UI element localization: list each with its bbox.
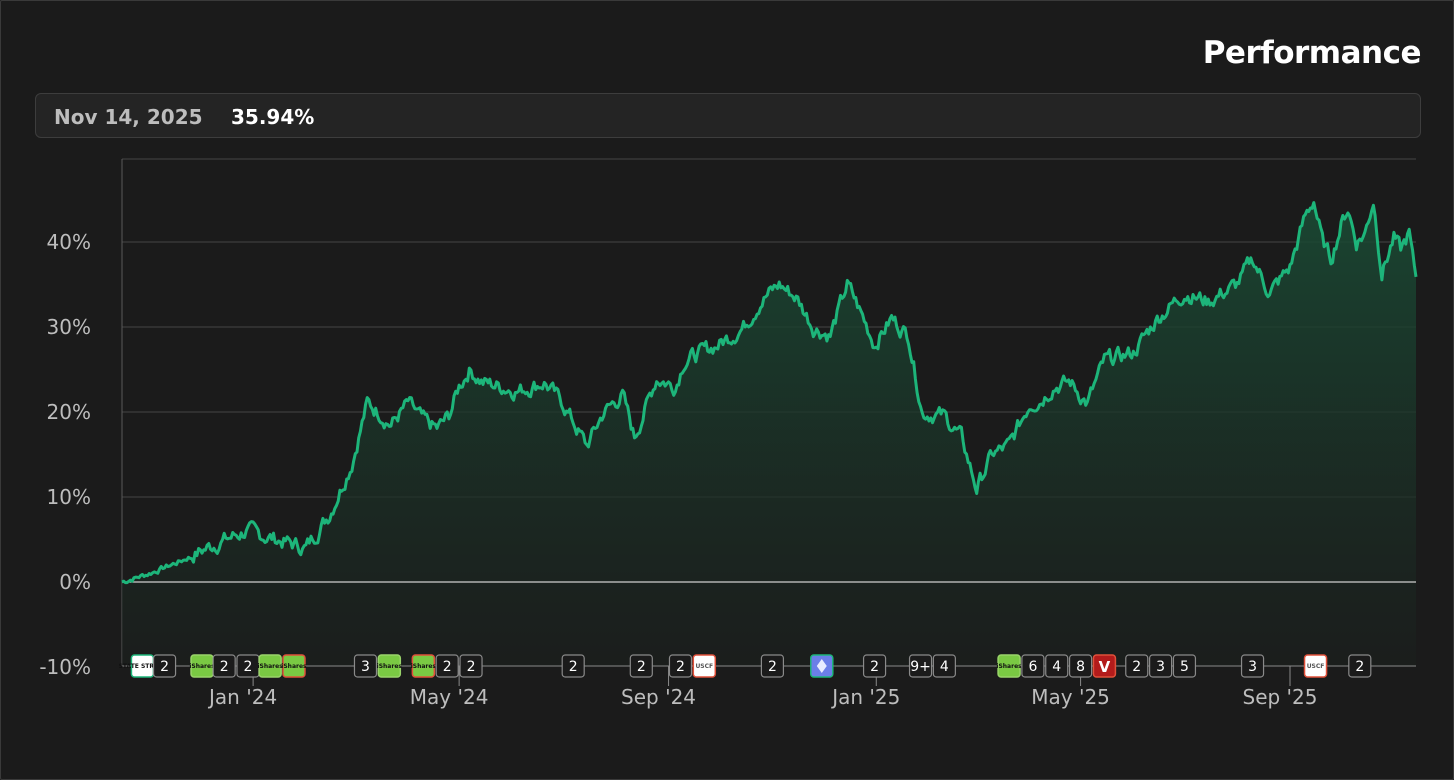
ishares-logo[interactable]: iShares bbox=[281, 654, 307, 678]
event-count-badge[interactable]: 2 bbox=[1125, 654, 1149, 678]
ishares-logo-text: iShares bbox=[189, 663, 215, 670]
x-tick-label: Jan '24 bbox=[207, 685, 277, 709]
y-tick-label: 40% bbox=[47, 230, 91, 254]
badge-count: 2 bbox=[244, 659, 253, 675]
ishares-logo[interactable]: iShares bbox=[189, 654, 215, 678]
event-count-badge[interactable]: 9+ bbox=[908, 654, 933, 678]
ishares-logo-text: iShares bbox=[411, 663, 437, 670]
event-count-badge[interactable]: 2 bbox=[561, 654, 585, 678]
x-tick-label: Sep '25 bbox=[1243, 685, 1318, 709]
event-count-badge[interactable]: 4 bbox=[1045, 654, 1069, 678]
event-count-badge[interactable]: 2 bbox=[1348, 654, 1372, 678]
badge-count: 2 bbox=[467, 659, 476, 675]
uscf-logo[interactable]: USCF bbox=[1303, 654, 1328, 678]
ishares-logo[interactable]: iShares bbox=[411, 654, 437, 678]
badge-count: 4 bbox=[1052, 659, 1061, 675]
y-tick-label: 20% bbox=[47, 400, 91, 424]
ishares-logo[interactable]: iShares bbox=[996, 654, 1022, 678]
x-tick-label: May '24 bbox=[410, 685, 489, 709]
vanguard-logo[interactable]: V bbox=[1092, 654, 1117, 678]
vanguard-icon: V bbox=[1099, 658, 1111, 676]
event-count-badge[interactable]: 8 bbox=[1068, 654, 1093, 678]
badge-count: 2 bbox=[443, 659, 452, 675]
ishares-logo[interactable]: iShares bbox=[257, 654, 283, 678]
badge-count: 9+ bbox=[910, 659, 931, 675]
y-tick-label: 10% bbox=[47, 485, 91, 509]
y-tick-label: 30% bbox=[47, 315, 91, 339]
x-tick-label: Sep '24 bbox=[621, 685, 696, 709]
badge-count: 2 bbox=[569, 659, 578, 675]
badge-count: 2 bbox=[768, 659, 777, 675]
y-tick-label: 0% bbox=[59, 570, 91, 594]
badge-count: 2 bbox=[1355, 659, 1364, 675]
x-tick-label: Jan '25 bbox=[830, 685, 900, 709]
event-count-badge[interactable]: 2 bbox=[668, 654, 693, 678]
badge-count: 6 bbox=[1028, 659, 1037, 675]
uscf-logo-text: USCF bbox=[695, 663, 713, 670]
badge-count: 2 bbox=[676, 659, 685, 675]
event-count-badge[interactable]: 2 bbox=[152, 654, 177, 678]
badge-count: 2 bbox=[1132, 659, 1141, 675]
badge-count: 3 bbox=[1248, 659, 1257, 675]
event-count-badge[interactable]: 3 bbox=[353, 654, 378, 678]
badge-count: 4 bbox=[940, 659, 949, 675]
event-count-badge[interactable]: 3 bbox=[1149, 654, 1173, 678]
event-count-badge[interactable]: 3 bbox=[1240, 654, 1265, 678]
ethereum-logo[interactable] bbox=[810, 654, 834, 678]
event-count-badge[interactable]: 2 bbox=[236, 654, 260, 678]
event-count-badge[interactable]: 2 bbox=[629, 654, 653, 678]
uscf-logo[interactable]: USCF bbox=[692, 654, 717, 678]
badge-count: 2 bbox=[870, 659, 879, 675]
event-count-badge[interactable]: 2 bbox=[862, 654, 887, 678]
event-count-badge[interactable]: 2 bbox=[435, 654, 459, 678]
performance-chart[interactable]: -10% 0% 10% 20% 30% 40% Jan '24 May '24 Sep '24… bbox=[0, 0, 1454, 780]
event-count-badge[interactable]: 5 bbox=[1172, 654, 1197, 678]
event-count-badge[interactable]: 4 bbox=[932, 654, 956, 678]
badge-count: 5 bbox=[1180, 659, 1189, 675]
y-axis: -10% 0% 10% 20% 30% 40% bbox=[39, 159, 123, 679]
ishares-logo-text: iShares bbox=[996, 663, 1022, 670]
ishares-logo-text: iShares bbox=[281, 663, 307, 670]
plot-area bbox=[121, 201, 1418, 666]
uscf-logo-text: USCF bbox=[1307, 663, 1325, 670]
badge-count: 3 bbox=[361, 659, 370, 675]
event-count-badge[interactable]: 6 bbox=[1021, 654, 1045, 678]
ishares-logo-text: iShares bbox=[257, 663, 283, 670]
y-tick-label: -10% bbox=[39, 655, 91, 679]
badge-count: 2 bbox=[220, 659, 229, 675]
badge-count: 2 bbox=[637, 659, 646, 675]
badge-count: 2 bbox=[160, 659, 169, 675]
series-area bbox=[122, 202, 1416, 666]
ishares-logo[interactable]: iShares bbox=[377, 654, 403, 678]
event-count-badge[interactable]: 2 bbox=[459, 654, 483, 678]
badge-count: 8 bbox=[1076, 659, 1085, 675]
ishares-logo-text: iShares bbox=[377, 663, 403, 670]
x-tick-label: May '25 bbox=[1031, 685, 1110, 709]
badge-count: 3 bbox=[1156, 659, 1165, 675]
event-count-badge[interactable]: 2 bbox=[760, 654, 785, 678]
event-count-badge[interactable]: 2 bbox=[212, 654, 236, 678]
